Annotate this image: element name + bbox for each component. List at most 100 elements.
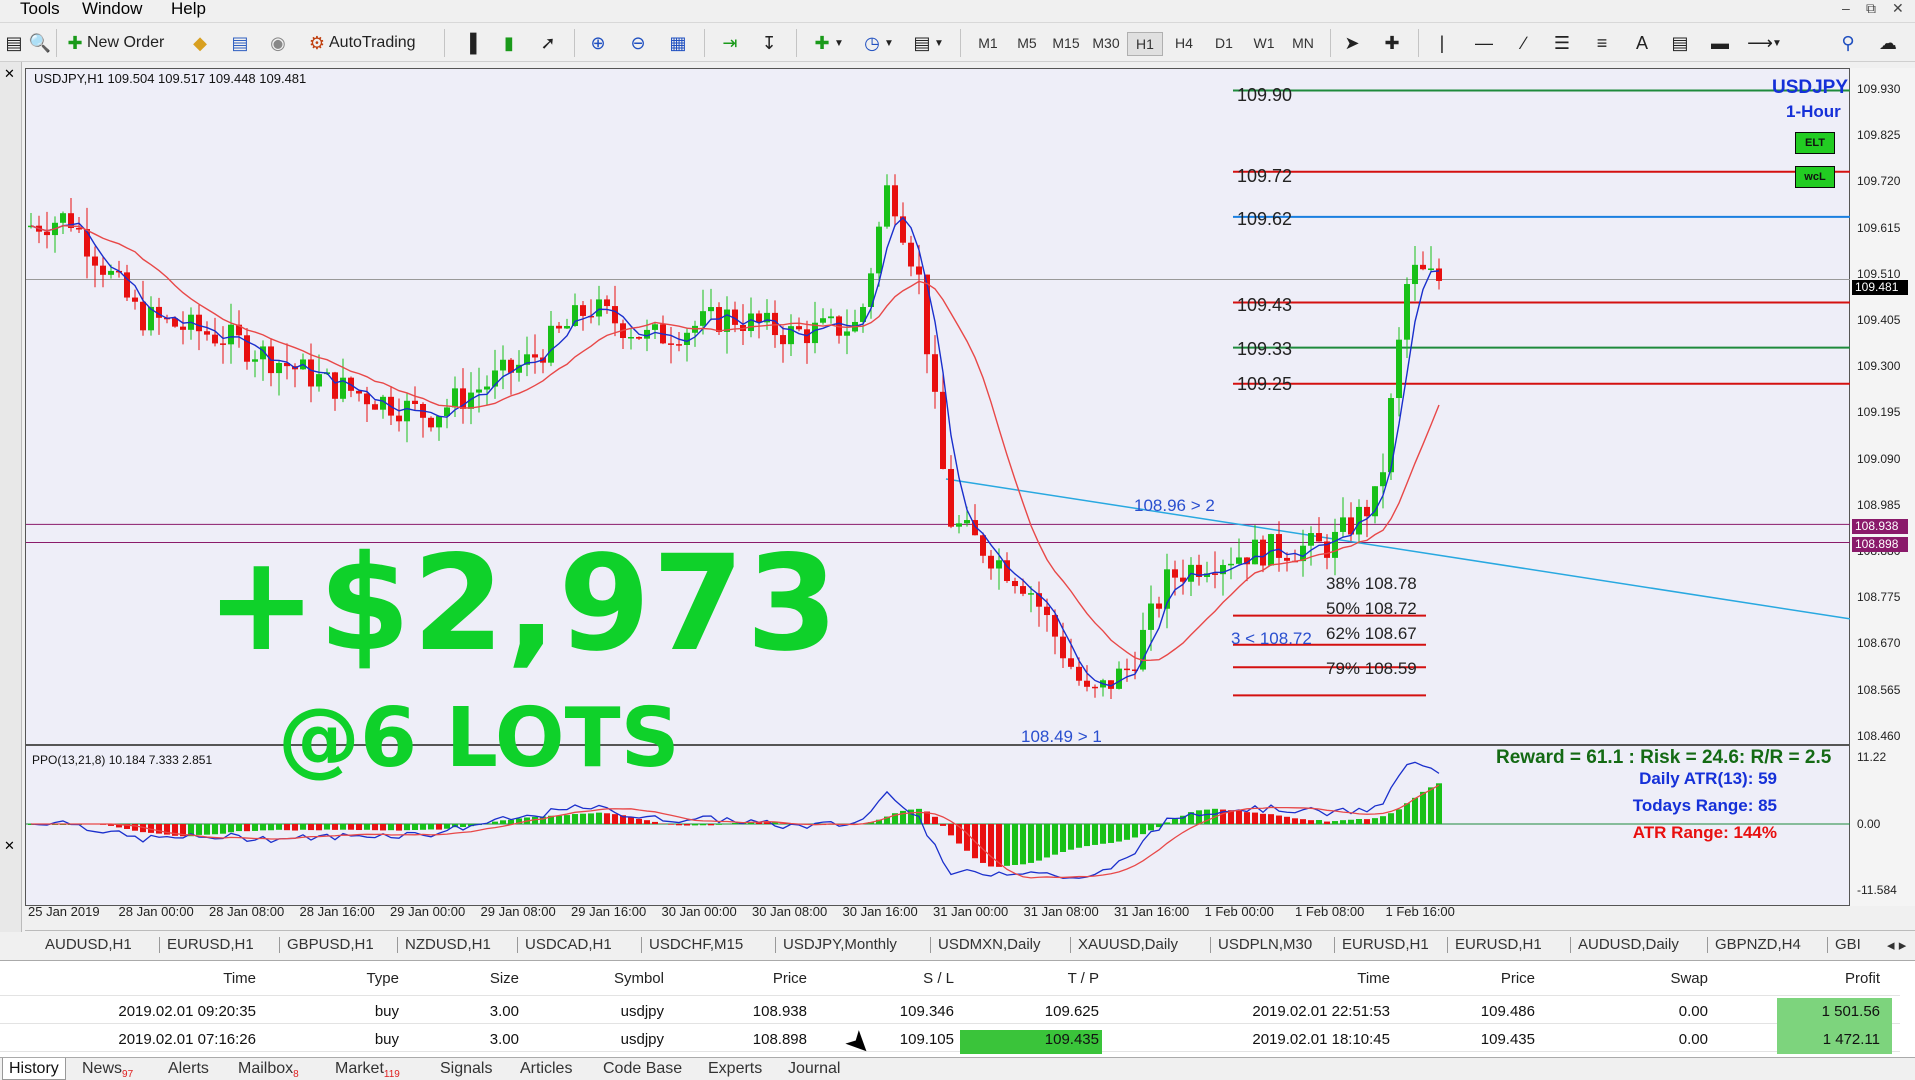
tab-signals[interactable]: Signals [440, 1060, 492, 1078]
tab-history[interactable]: History [2, 1058, 66, 1080]
chart-tab[interactable]: EURUSD,H1 [167, 936, 254, 953]
tf-h1[interactable]: H1 [1127, 32, 1163, 56]
restore-icon[interactable]: ⧉ [1866, 0, 1876, 17]
chart-tab[interactable]: AUDUSD,Daily [1578, 936, 1679, 953]
chart-tab[interactable]: USDCAD,H1 [525, 936, 612, 953]
indicators-icon[interactable]: ✚ ▼ [810, 30, 843, 56]
candlestick-icon[interactable]: ▮ [497, 30, 521, 56]
time-axis-label: 1 Feb 00:00 [1204, 904, 1274, 919]
candle-body [964, 520, 970, 524]
tf-m1[interactable]: M1 [970, 32, 1006, 54]
arrows-icon[interactable]: ▬ [1708, 30, 1732, 56]
crosshair-icon[interactable]: ✚ [1380, 30, 1404, 56]
candle-body [948, 468, 954, 527]
chart-tab[interactable]: USDPLN,M30 [1218, 936, 1312, 953]
ppo-histogram-bar [1260, 813, 1266, 824]
chat-icon[interactable]: ☁ [1876, 30, 1900, 56]
text-icon[interactable]: A [1630, 30, 1654, 56]
zoom-in-icon[interactable]: ⊕ [586, 30, 610, 56]
tf-mn[interactable]: MN [1285, 32, 1321, 54]
ppo-histogram-bar [1148, 824, 1154, 831]
new-order-button[interactable]: ✚ New Order [63, 30, 164, 56]
chart-tab[interactable]: EURUSD,H1 [1455, 936, 1542, 953]
chart-tab[interactable]: USDJPY,Monthly [783, 936, 897, 953]
channel-icon[interactable]: ☰ [1550, 30, 1574, 56]
minimize-icon[interactable]: – [1842, 0, 1850, 16]
line-chart-icon[interactable]: ➚ [536, 30, 560, 56]
autoscroll-icon[interactable]: ⇥ [718, 30, 742, 56]
price-axis-label: 108.670 [1857, 636, 1901, 651]
menu-window[interactable]: Window [82, 0, 142, 18]
column-header[interactable]: Profit [1660, 970, 1880, 987]
data-window-icon[interactable]: ▤ [2, 30, 26, 56]
ppo-histogram-bar [1036, 824, 1042, 861]
tab-code-base[interactable]: Code Base [603, 1060, 682, 1078]
tile-windows-icon[interactable]: ▦ [666, 30, 690, 56]
fibonacci-icon[interactable]: ≡ [1590, 30, 1614, 56]
tab-journal[interactable]: Journal [788, 1060, 840, 1078]
level-label: 109.43 [1237, 295, 1293, 315]
price-tag-current: 109.481 [1852, 280, 1908, 295]
chart-shift-icon[interactable]: ↧ [757, 30, 781, 56]
bar-chart-icon[interactable]: ▐ [458, 30, 482, 56]
menu-tools[interactable]: Tools [20, 0, 60, 18]
horizontal-line-icon[interactable]: — [1472, 30, 1496, 56]
chart-tab[interactable]: GBI [1835, 936, 1861, 953]
chart-tab[interactable]: GBPNZD,H4 [1715, 936, 1801, 953]
shapes-icon[interactable]: ⟶ ▼ [1747, 30, 1782, 56]
terminal-icon[interactable]: ▤ [228, 30, 252, 56]
chart-tab[interactable]: AUDUSD,H1 [45, 936, 132, 953]
tab-articles[interactable]: Articles [520, 1060, 572, 1078]
ppo-histogram-bar [348, 824, 354, 830]
candle-body [1388, 398, 1394, 473]
tf-h4[interactable]: H4 [1166, 32, 1202, 54]
tab-scroll-icon[interactable]: ◂ ▸ [1887, 936, 1906, 954]
tf-d1[interactable]: D1 [1206, 32, 1242, 54]
chart-tab[interactable]: XAUUSD,Daily [1078, 936, 1178, 953]
signals-icon[interactable]: ◉ [266, 30, 290, 56]
chart-tab[interactable]: USDCHF,M15 [649, 936, 743, 953]
close-terminal-icon[interactable]: ✕ [4, 838, 15, 854]
elt-badge[interactable]: ELT [1795, 132, 1835, 154]
metaeditor-icon[interactable]: ◆ [188, 30, 212, 56]
price-chart[interactable]: USDJPY,H1 109.504 109.517 109.448 109.48… [25, 68, 1851, 906]
tf-w1[interactable]: W1 [1246, 32, 1282, 54]
ppo-histogram-bar [1292, 818, 1298, 824]
text-label-icon[interactable]: ▤ [1668, 30, 1692, 56]
ppo-histogram-bar [1324, 821, 1330, 824]
column-header[interactable]: T / P [879, 970, 1099, 987]
autotrading-button[interactable]: ⚙ AutoTrading [305, 30, 416, 56]
candle-body [212, 334, 218, 344]
price-axis-label: 109.825 [1857, 128, 1901, 143]
tf-m15[interactable]: M15 [1048, 32, 1084, 54]
chart-tab[interactable]: USDMXN,Daily [938, 936, 1041, 953]
cursor-icon[interactable]: ➤ [1340, 30, 1364, 56]
ppo-histogram-bar [1372, 818, 1378, 824]
chart-tab[interactable]: EURUSD,H1 [1342, 936, 1429, 953]
tf-m5[interactable]: M5 [1009, 32, 1045, 54]
search-icon[interactable]: ⚲ [1836, 30, 1860, 56]
close-icon[interactable]: ✕ [1892, 0, 1904, 17]
candle-body [84, 229, 90, 257]
candle-body [916, 266, 922, 275]
chart-tab[interactable]: GBPUSD,H1 [287, 936, 374, 953]
trendline-icon[interactable]: ∕ [1512, 30, 1536, 56]
zoom-out-icon[interactable]: ⊖ [626, 30, 650, 56]
close-panel-icon[interactable]: ✕ [4, 66, 15, 82]
tab-experts[interactable]: Experts [708, 1060, 762, 1078]
templates-icon[interactable]: ▤ ▼ [910, 30, 943, 56]
vertical-line-icon[interactable]: | [1430, 30, 1454, 56]
periods-icon[interactable]: ◷ ▼ [860, 30, 894, 56]
menu-help[interactable]: Help [171, 0, 206, 18]
tab-mailbox[interactable]: Mailbox8 [238, 1060, 299, 1080]
tab-alerts[interactable]: Alerts [168, 1060, 209, 1078]
candle-body [1012, 581, 1018, 587]
tab-news[interactable]: News97 [82, 1060, 133, 1080]
tf-m30[interactable]: M30 [1088, 32, 1124, 54]
navigator-icon[interactable]: 🔍 [28, 30, 52, 56]
chart-tab[interactable]: NZDUSD,H1 [405, 936, 491, 953]
time-axis-label: 28 Jan 08:00 [209, 904, 285, 919]
tab-market[interactable]: Market119 [335, 1060, 400, 1080]
ppo-histogram-bar [500, 820, 506, 824]
wcl-badge[interactable]: wcL [1795, 166, 1835, 188]
